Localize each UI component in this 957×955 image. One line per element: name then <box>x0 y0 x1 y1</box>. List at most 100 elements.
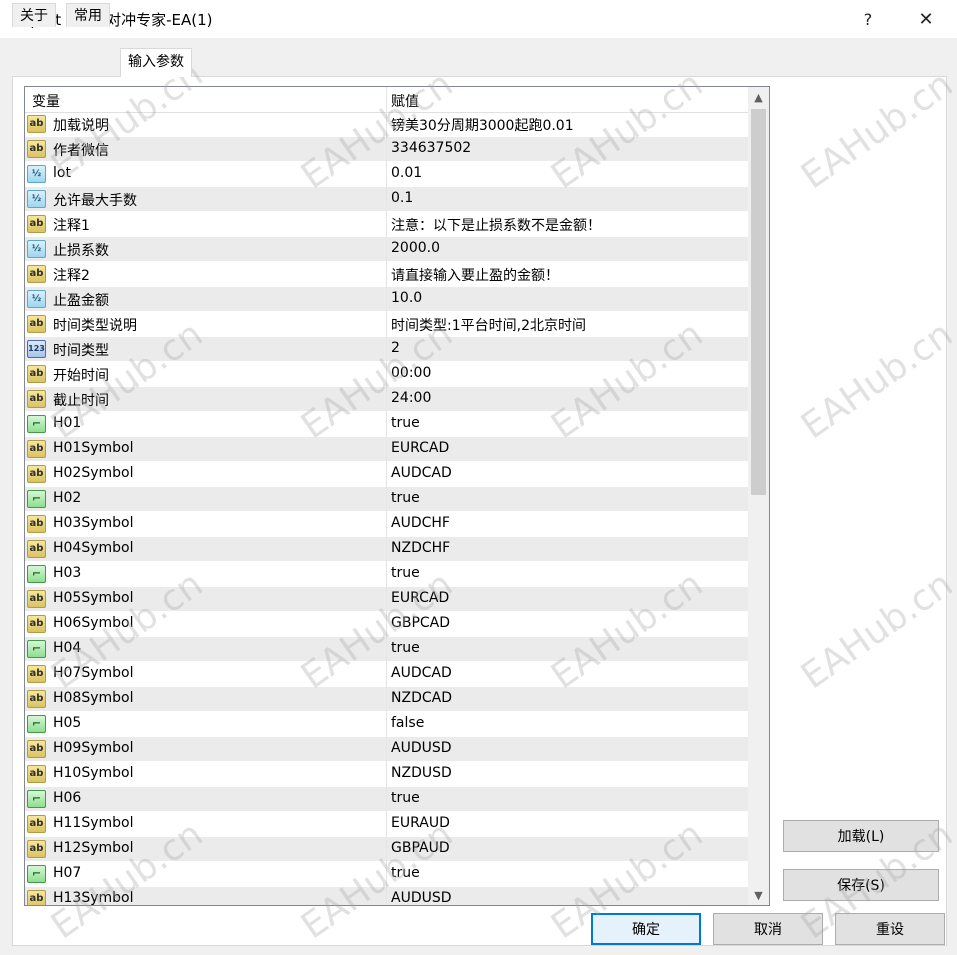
table-row[interactable]: ½ lot 0.01 <box>25 162 748 187</box>
table-row[interactable]: ab H05Symbol EURCAD <box>25 587 748 612</box>
table-row[interactable]: ab H07Symbol AUDCAD <box>25 662 748 687</box>
cell-divider <box>386 862 387 887</box>
table-row[interactable]: ab 加载说明 镑美30分周期3000起跑0.01 <box>25 112 748 137</box>
cell-divider <box>386 262 387 287</box>
parameter-value[interactable]: GBPCAD <box>391 615 450 631</box>
ok-button[interactable]: 确定 <box>591 913 701 945</box>
table-row[interactable]: ab 作者微信 334637502 <box>25 137 748 162</box>
table-row[interactable]: ab H10Symbol NZDUSD <box>25 762 748 787</box>
string-type-icon: ab <box>27 765 46 783</box>
table-row[interactable]: ½ 允许最大手数 0.1 <box>25 187 748 212</box>
parameter-value[interactable]: true <box>391 640 420 656</box>
column-divider[interactable] <box>386 87 387 113</box>
parameter-value[interactable]: 0.1 <box>391 190 413 206</box>
parameter-value[interactable]: 注意：以下是止损系数不是金额！ <box>391 215 601 235</box>
parameter-value[interactable]: 镑美30分周期3000起跑0.01 <box>391 115 574 135</box>
parameter-value[interactable]: AUDUSD <box>391 890 452 905</box>
cell-divider <box>386 287 387 312</box>
parameter-value[interactable]: 2000.0 <box>391 240 440 256</box>
cell-divider <box>386 512 387 537</box>
parameter-value[interactable]: 24:00 <box>391 390 431 406</box>
column-header-value[interactable]: 赋值 <box>391 91 419 111</box>
reset-button[interactable]: 重设 <box>835 913 945 945</box>
parameter-name: H03 <box>53 565 82 581</box>
scroll-up-arrow-icon[interactable]: ▲ <box>748 87 769 107</box>
table-row[interactable]: ab 开始时间 00:00 <box>25 362 748 387</box>
parameter-value[interactable]: GBPAUD <box>391 840 450 856</box>
parameter-value[interactable]: 334637502 <box>391 140 471 156</box>
close-button[interactable]: ✕ <box>904 4 948 34</box>
cell-divider <box>386 537 387 562</box>
table-row[interactable]: ⌐ H02 true <box>25 487 748 512</box>
grid-header: 变量 赋值 <box>25 87 748 113</box>
cell-divider <box>386 612 387 637</box>
parameter-value[interactable]: AUDUSD <box>391 740 452 756</box>
table-row[interactable]: ab H08Symbol NZDCAD <box>25 687 748 712</box>
table-row[interactable]: ab 时间类型说明 时间类型:1平台时间,2北京时间 <box>25 312 748 337</box>
table-row[interactable]: ab 截止时间 24:00 <box>25 387 748 412</box>
parameter-value[interactable]: NZDCAD <box>391 690 452 706</box>
table-row[interactable]: ⌐ H06 true <box>25 787 748 812</box>
cell-divider <box>386 137 387 162</box>
parameter-value[interactable]: EURCAD <box>391 590 449 606</box>
parameter-value[interactable]: false <box>391 715 424 731</box>
table-row[interactable]: ab H02Symbol AUDCAD <box>25 462 748 487</box>
table-row[interactable]: ab H12Symbol GBPAUD <box>25 837 748 862</box>
table-row[interactable]: ⌐ H04 true <box>25 637 748 662</box>
parameter-value[interactable]: AUDCAD <box>391 465 452 481</box>
cell-divider <box>386 662 387 687</box>
vertical-scrollbar[interactable]: ▲ ▼ <box>748 87 769 905</box>
help-button[interactable]: ? <box>846 4 890 34</box>
scroll-down-arrow-icon[interactable]: ▼ <box>748 885 769 905</box>
parameter-name: H05 <box>53 715 82 731</box>
table-row[interactable]: ⌐ H01 true <box>25 412 748 437</box>
cancel-button[interactable]: 取消 <box>713 913 823 945</box>
save-button[interactable]: 保存(S) <box>783 869 939 901</box>
parameter-value[interactable]: 10.0 <box>391 290 422 306</box>
parameter-value[interactable]: true <box>391 490 420 506</box>
parameter-value[interactable]: 请直接输入要止盈的金额！ <box>391 265 559 285</box>
parameter-value[interactable]: 00:00 <box>391 365 431 381</box>
tab-common[interactable]: 常用 <box>66 3 110 27</box>
tab-about[interactable]: 关于 <box>12 3 56 27</box>
table-row[interactable]: ⌐ H07 true <box>25 862 748 887</box>
string-type-icon: ab <box>27 590 46 608</box>
table-row[interactable]: ab 注释1 注意：以下是止损系数不是金额！ <box>25 212 748 237</box>
table-row[interactable]: ab H04Symbol NZDCHF <box>25 537 748 562</box>
bool-type-icon: ⌐ <box>27 715 46 733</box>
parameter-value[interactable]: true <box>391 565 420 581</box>
table-row[interactable]: ab H09Symbol AUDUSD <box>25 737 748 762</box>
parameter-value[interactable]: true <box>391 865 420 881</box>
parameter-value[interactable]: true <box>391 415 420 431</box>
table-row[interactable]: ab 注释2 请直接输入要止盈的金额！ <box>25 262 748 287</box>
table-row[interactable]: 123 时间类型 2 <box>25 337 748 362</box>
parameter-value[interactable]: NZDCHF <box>391 540 450 556</box>
table-row[interactable]: ab H01Symbol EURCAD <box>25 437 748 462</box>
tab-input-parameters[interactable]: 输入参数 <box>120 48 192 77</box>
table-row[interactable]: ab H11Symbol EURAUD <box>25 812 748 837</box>
table-row[interactable]: ab H13Symbol AUDUSD <box>25 887 748 905</box>
table-row[interactable]: ⌐ H03 true <box>25 562 748 587</box>
parameter-value[interactable]: true <box>391 790 420 806</box>
parameter-value[interactable]: EURCAD <box>391 440 449 456</box>
parameter-value[interactable]: NZDUSD <box>391 765 452 781</box>
table-row[interactable]: ab H06Symbol GBPCAD <box>25 612 748 637</box>
table-row[interactable]: ½ 止盈金额 10.0 <box>25 287 748 312</box>
parameter-value[interactable]: 2 <box>391 340 400 356</box>
column-header-variable[interactable]: 变量 <box>32 91 60 111</box>
bool-type-icon: ⌐ <box>27 565 46 583</box>
string-type-icon: ab <box>27 515 46 533</box>
parameter-value[interactable]: 0.01 <box>391 165 422 181</box>
parameter-value[interactable]: 时间类型:1平台时间,2北京时间 <box>391 315 586 335</box>
parameter-value[interactable]: EURAUD <box>391 815 450 831</box>
string-type-icon: ab <box>27 665 46 683</box>
load-button[interactable]: 加载(L) <box>783 820 939 852</box>
table-row[interactable]: ⌐ H05 false <box>25 712 748 737</box>
string-type-icon: ab <box>27 540 46 558</box>
scrollbar-thumb[interactable] <box>751 109 766 495</box>
parameter-value[interactable]: AUDCHF <box>391 515 450 531</box>
table-row[interactable]: ab H03Symbol AUDCHF <box>25 512 748 537</box>
parameter-value[interactable]: AUDCAD <box>391 665 452 681</box>
double-type-icon: ½ <box>27 240 46 258</box>
table-row[interactable]: ½ 止损系数 2000.0 <box>25 237 748 262</box>
